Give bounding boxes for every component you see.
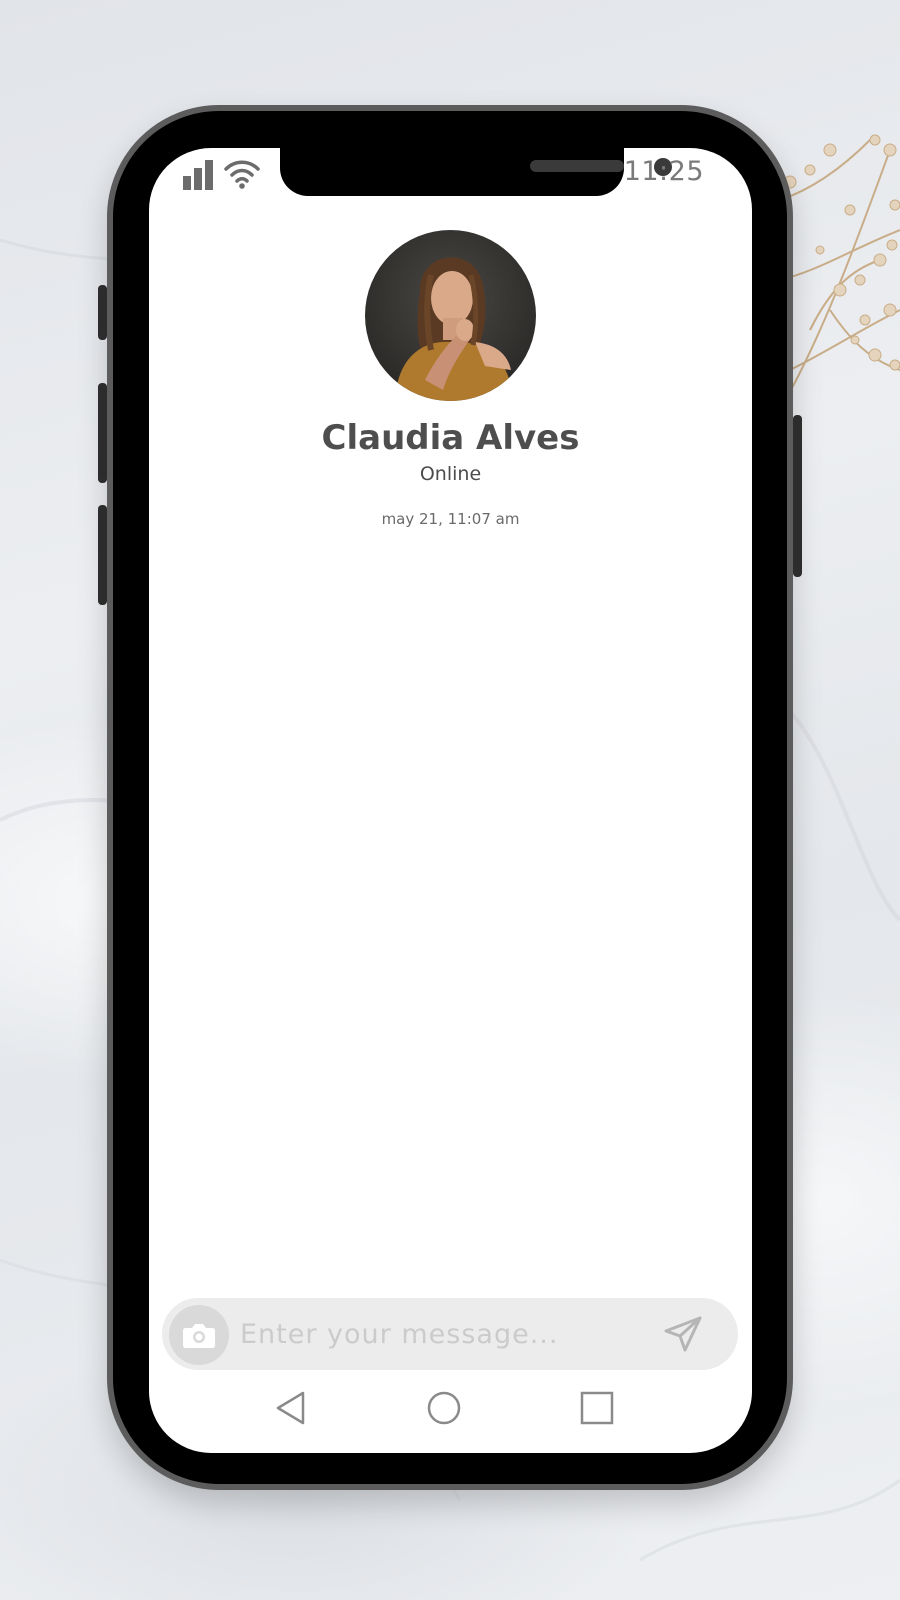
message-composer xyxy=(162,1298,738,1370)
triangle-back-icon xyxy=(276,1391,305,1425)
message-input[interactable] xyxy=(240,1312,650,1356)
conversation-timestamp: may 21, 11:07 am xyxy=(381,510,520,528)
square-recents-icon xyxy=(580,1391,614,1425)
camera-icon xyxy=(183,1324,215,1348)
send-icon xyxy=(664,1316,702,1352)
phone-power-button xyxy=(793,415,802,577)
nav-recents-button[interactable] xyxy=(577,1388,617,1428)
dried-flowers-decoration xyxy=(780,134,900,411)
nav-back-button[interactable] xyxy=(271,1388,311,1428)
circle-home-icon xyxy=(427,1391,461,1425)
notch xyxy=(280,148,672,196)
camera-button[interactable] xyxy=(169,1305,229,1365)
nav-home-button[interactable] xyxy=(424,1388,464,1428)
phone-volume-up-button xyxy=(98,383,107,483)
phone-screen: 11:25 Claudia Alves Online may 21, 11:07… xyxy=(149,148,752,1453)
send-button[interactable] xyxy=(662,1314,704,1354)
status-time: 11:25 xyxy=(623,156,704,187)
phone-side-button xyxy=(98,285,107,340)
navigation-bar xyxy=(149,1388,752,1428)
contact-name: Claudia Alves xyxy=(321,418,580,458)
avatar[interactable] xyxy=(365,230,536,401)
avatar-photo xyxy=(365,230,536,401)
signal-bars-icon xyxy=(183,160,213,190)
contact-status: Online xyxy=(419,463,482,485)
earpiece-speaker xyxy=(530,160,624,172)
phone-volume-down-button xyxy=(98,505,107,605)
status-icons xyxy=(183,158,263,190)
wifi-icon xyxy=(224,160,260,189)
